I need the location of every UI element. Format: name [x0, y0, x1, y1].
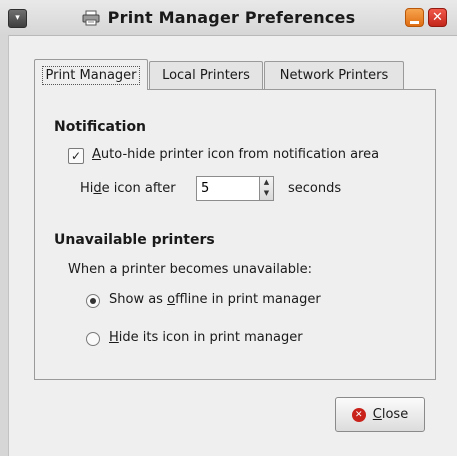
show-offline-label[interactable]: Show as offline in print manager — [109, 292, 321, 307]
window-frame-edge — [0, 35, 9, 456]
close-icon: ✕ — [432, 10, 443, 25]
seconds-label: seconds — [288, 181, 342, 196]
label-text: e icon after — [101, 181, 176, 196]
close-button-label: Close — [373, 407, 408, 422]
mnemonic: A — [92, 147, 101, 162]
autohide-label[interactable]: Auto-hide printer icon from notification… — [92, 147, 379, 162]
spin-down-icon[interactable]: ▼ — [260, 188, 273, 199]
preferences-window: ▾ Print Manager Preferences ✕ Print Mana… — [0, 0, 457, 456]
spin-up-icon[interactable]: ▲ — [260, 177, 273, 188]
unavailable-description: When a printer becomes unavailable: — [68, 262, 313, 277]
unavailable-printers-heading: Unavailable printers — [54, 232, 215, 248]
show-offline-radio[interactable] — [86, 294, 100, 308]
tab-print-manager[interactable]: Print Manager — [34, 59, 148, 90]
tab-network-printers[interactable]: Network Printers — [264, 61, 404, 89]
close-circle-icon: ✕ — [351, 407, 366, 422]
mnemonic: H — [109, 330, 119, 345]
printer-icon — [82, 10, 100, 25]
window-close-button[interactable]: ✕ — [428, 8, 447, 27]
close-button[interactable]: ✕ Close — [335, 397, 425, 432]
spin-buttons[interactable]: ▲ ▼ — [259, 176, 274, 201]
mnemonic: o — [167, 292, 176, 307]
mnemonic: C — [372, 407, 382, 422]
title-area: Print Manager Preferences — [0, 0, 457, 35]
hide-icon-label[interactable]: Hide its icon in print manager — [109, 330, 303, 345]
hide-after-spinbox[interactable] — [196, 176, 260, 201]
autohide-checkbox[interactable]: ✓ — [68, 148, 84, 164]
notification-heading: Notification — [54, 119, 147, 135]
tab-label: Print Manager — [42, 65, 140, 85]
label-text: Show as — [109, 292, 168, 307]
tab-local-printers[interactable]: Local Printers — [149, 61, 263, 89]
tab-label: Local Printers — [162, 68, 250, 83]
window-title: Print Manager Preferences — [107, 8, 356, 27]
label-text: lose — [381, 407, 409, 422]
title-bar[interactable]: ▾ Print Manager Preferences ✕ — [0, 0, 457, 36]
minimize-icon — [410, 21, 419, 24]
checkmark-icon: ✓ — [70, 149, 82, 163]
label-text: uto-hide printer icon from notification … — [100, 147, 380, 162]
tab-label: Network Printers — [279, 68, 389, 83]
hide-after-label: Hide icon after — [80, 181, 176, 196]
mnemonic: d — [93, 181, 102, 196]
label-text: ide its icon in print manager — [118, 330, 303, 345]
minimize-button[interactable] — [405, 8, 424, 27]
label-text: Hi — [80, 181, 94, 196]
hide-icon-radio[interactable] — [86, 332, 100, 346]
label-text: ffline in print manager — [175, 292, 321, 307]
